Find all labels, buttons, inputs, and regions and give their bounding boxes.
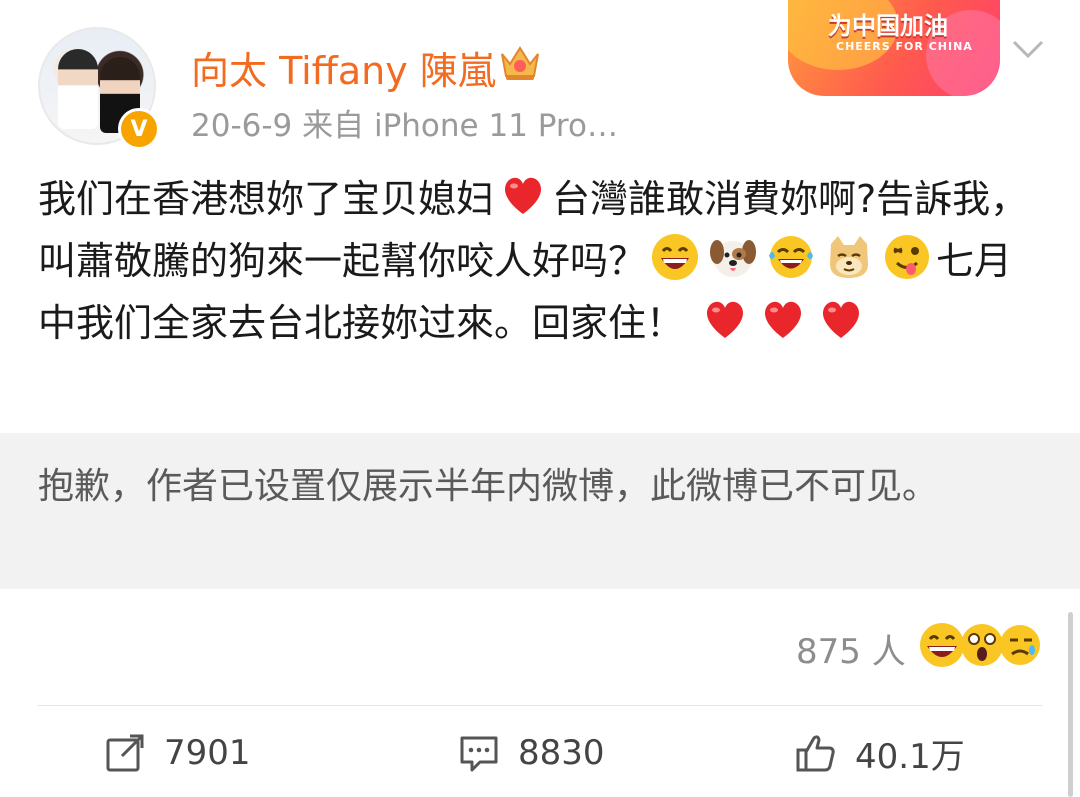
repost-button[interactable]: 7901 xyxy=(104,728,251,778)
repost-icon xyxy=(106,734,144,772)
verified-badge-icon: V xyxy=(118,108,160,150)
avatar-person-1 xyxy=(58,49,98,129)
like-count: 40.1万 xyxy=(855,736,965,777)
scrollbar[interactable] xyxy=(1068,612,1073,797)
wink-tongue-icon xyxy=(885,235,930,279)
reaction-count[interactable]: 875 人 xyxy=(796,624,906,673)
banner-title: 为中国加油 xyxy=(828,12,948,40)
crown-icon xyxy=(501,46,539,80)
laughing-tears-icon xyxy=(769,236,814,278)
comment-icon xyxy=(460,736,498,772)
banner-subtitle: CHEERS FOR CHINA xyxy=(836,40,973,53)
post-meta: 20-6-9 来自 iPhone 11 Pro… xyxy=(191,108,618,144)
like-button[interactable]: 40.1万 xyxy=(795,728,965,778)
comment-button[interactable]: 8830 xyxy=(458,728,605,778)
notice-text: 抱歉，作者已设置仅展示半年内微博，此微博已不可见。 xyxy=(38,466,939,507)
thumbs-up-icon xyxy=(796,735,835,772)
heart-icon xyxy=(823,301,860,338)
weibo-post: V 向太 Tiffany 陳嵐 20-6-9 来自 iPhone 11 Pro…… xyxy=(0,0,1080,797)
hidden-post-notice: 抱歉，作者已设置仅展示半年内微博，此微博已不可见。 xyxy=(0,433,1080,589)
cheers-banner[interactable]: 为中国加油 CHEERS FOR CHINA xyxy=(788,0,1000,96)
author-name[interactable]: 向太 Tiffany 陳嵐 xyxy=(191,40,496,95)
reaction-grin-icon xyxy=(920,623,964,667)
heart-icon xyxy=(505,177,542,214)
heart-icon xyxy=(707,301,744,338)
reaction-shocked-icon xyxy=(961,624,1003,666)
repost-count: 7901 xyxy=(164,733,251,773)
comment-count: 8830 xyxy=(518,733,605,773)
dog-face-icon xyxy=(710,240,757,277)
reaction-sad-icon xyxy=(1000,625,1040,665)
reaction-faces-icon[interactable] xyxy=(918,620,1044,670)
doge-icon xyxy=(830,236,869,278)
post-text: 我们在香港想妳了宝贝媳妇 台灣誰敢消費妳啊?告訴我，叫蕭敬騰的狗來一起幫你咬人好吗… xyxy=(38,168,1048,354)
heart-icon xyxy=(765,301,802,338)
chevron-down-icon[interactable] xyxy=(1010,36,1046,62)
divider xyxy=(38,705,1042,706)
grin-face-icon xyxy=(652,234,699,280)
post-text-segment-1: 我们在香港想妳了宝贝媳妇 xyxy=(38,177,495,221)
